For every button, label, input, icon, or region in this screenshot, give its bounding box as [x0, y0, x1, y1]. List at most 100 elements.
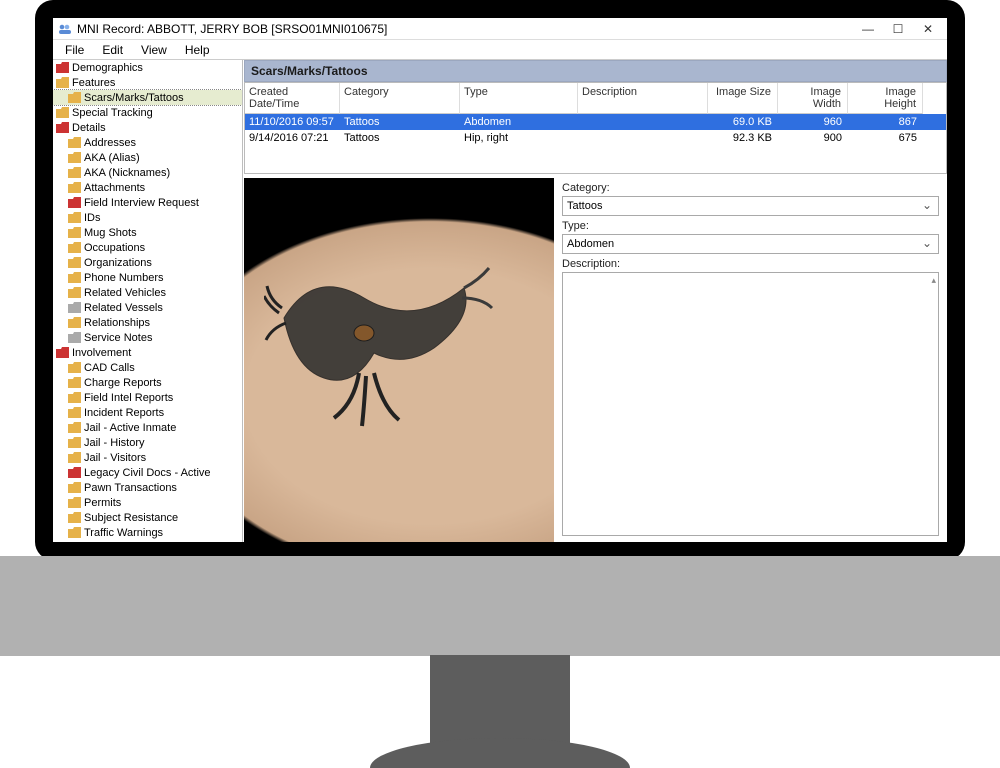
sidebar-item-special-tracking[interactable]: Special Tracking — [53, 105, 242, 120]
sidebar-item-subject-resistance[interactable]: Subject Resistance — [53, 510, 242, 525]
folder-icon — [55, 346, 69, 360]
sidebar-item-label: Field Interview Request — [84, 197, 199, 209]
col-size[interactable]: Image Size — [708, 83, 778, 114]
description-label: Description: — [562, 258, 939, 270]
type-label: Type: — [562, 220, 939, 232]
folder-icon — [67, 481, 81, 495]
folder-icon — [67, 451, 81, 465]
folder-icon — [67, 301, 81, 315]
cell-width: 900 — [778, 130, 848, 146]
sidebar-item-charge-reports[interactable]: Charge Reports — [53, 375, 242, 390]
sidebar-item-label: Permits — [84, 497, 121, 509]
menu-view[interactable]: View — [133, 41, 175, 59]
col-type[interactable]: Type — [460, 83, 578, 114]
sidebar-item-occupations[interactable]: Occupations — [53, 240, 242, 255]
sidebar-item-pawn-transactions[interactable]: Pawn Transactions — [53, 480, 242, 495]
sidebar-item-label: Phone Numbers — [84, 272, 164, 284]
people-icon — [57, 21, 73, 37]
records-grid[interactable]: Created Date/Time Category Type Descript… — [244, 82, 947, 174]
folder-icon — [67, 316, 81, 330]
folder-icon — [55, 61, 69, 75]
sidebar-item-jail-active-inmate[interactable]: Jail - Active Inmate — [53, 420, 242, 435]
folder-icon — [67, 526, 81, 540]
grid-header: Created Date/Time Category Type Descript… — [245, 83, 946, 114]
sidebar-item-legacy-civil-docs-active[interactable]: Legacy Civil Docs - Active — [53, 465, 242, 480]
sidebar-item-label: Subject Resistance — [84, 512, 178, 524]
sidebar-item-phone-numbers[interactable]: Phone Numbers — [53, 270, 242, 285]
sidebar-item-permits[interactable]: Permits — [53, 495, 242, 510]
folder-icon — [67, 181, 81, 195]
sidebar-item-label: Jail - Visitors — [84, 452, 146, 464]
col-created[interactable]: Created Date/Time — [245, 83, 340, 114]
folder-icon — [67, 391, 81, 405]
sidebar-tree[interactable]: DemographicsFeaturesScars/Marks/TattoosS… — [53, 60, 243, 542]
image-preview[interactable] — [244, 178, 554, 542]
folder-icon — [67, 256, 81, 270]
sidebar-item-mug-shots[interactable]: Mug Shots — [53, 225, 242, 240]
sidebar-item-jail-history[interactable]: Jail - History — [53, 435, 242, 450]
sidebar-item-field-intel-reports[interactable]: Field Intel Reports — [53, 390, 242, 405]
category-label: Category: — [562, 182, 939, 194]
description-textarea[interactable]: ▴ — [562, 272, 939, 536]
folder-icon — [67, 136, 81, 150]
sidebar-item-label: Organizations — [84, 257, 152, 269]
sidebar-item-label: Field Intel Reports — [84, 392, 173, 404]
sidebar-item-cad-calls[interactable]: CAD Calls — [53, 360, 242, 375]
folder-icon — [67, 286, 81, 300]
col-category[interactable]: Category — [340, 83, 460, 114]
cell-height: 867 — [848, 114, 923, 130]
minimize-button[interactable]: — — [853, 19, 883, 39]
sidebar-item-service-notes[interactable]: Service Notes — [53, 330, 242, 345]
sidebar-item-aka-nicknames-[interactable]: AKA (Nicknames) — [53, 165, 242, 180]
col-height[interactable]: Image Height — [848, 83, 923, 114]
sidebar-item-traffic-warnings[interactable]: Traffic Warnings — [53, 525, 242, 540]
sidebar-item-incident-reports[interactable]: Incident Reports — [53, 405, 242, 420]
folder-icon — [67, 376, 81, 390]
folder-icon — [67, 241, 81, 255]
type-combo[interactable]: Abdomen — [562, 234, 939, 254]
cell-category: Tattoos — [340, 114, 460, 130]
sidebar-item-attachments[interactable]: Attachments — [53, 180, 242, 195]
folder-icon — [55, 106, 69, 120]
sidebar-item-aka-alias-[interactable]: AKA (Alias) — [53, 150, 242, 165]
sidebar-item-label: AKA (Nicknames) — [84, 167, 170, 179]
col-description[interactable]: Description — [578, 83, 708, 114]
col-width[interactable]: Image Width — [778, 83, 848, 114]
menu-help[interactable]: Help — [177, 41, 218, 59]
cell-created: 11/10/2016 09:57 — [245, 114, 340, 130]
maximize-button[interactable]: ☐ — [883, 19, 913, 39]
scroll-up-icon[interactable]: ▴ — [931, 275, 936, 286]
cell-type: Abdomen — [460, 114, 578, 130]
cell-description — [578, 130, 708, 146]
category-combo[interactable]: Tattoos — [562, 196, 939, 216]
sidebar-item-features[interactable]: Features — [53, 75, 242, 90]
folder-icon — [67, 436, 81, 450]
sidebar-item-demographics[interactable]: Demographics — [53, 60, 242, 75]
folder-icon — [67, 466, 81, 480]
category-value: Tattoos — [567, 200, 602, 212]
folder-icon — [67, 196, 81, 210]
sidebar-item-related-vehicles[interactable]: Related Vehicles — [53, 285, 242, 300]
folder-icon — [67, 211, 81, 225]
sidebar-item-label: Jail - History — [84, 437, 145, 449]
sidebar-item-addresses[interactable]: Addresses — [53, 135, 242, 150]
sidebar-item-relationships[interactable]: Relationships — [53, 315, 242, 330]
sidebar-item-label: Pawn Transactions — [84, 482, 177, 494]
cell-size: 92.3 KB — [708, 130, 778, 146]
sidebar-item-details[interactable]: Details — [53, 120, 242, 135]
sidebar-item-label: Attachments — [84, 182, 145, 194]
menu-file[interactable]: File — [57, 41, 92, 59]
close-button[interactable]: ✕ — [913, 19, 943, 39]
table-row[interactable]: 9/14/2016 07:21TattoosHip, right92.3 KB9… — [245, 130, 946, 146]
sidebar-item-scars-marks-tattoos[interactable]: Scars/Marks/Tattoos — [53, 90, 242, 105]
sidebar-item-organizations[interactable]: Organizations — [53, 255, 242, 270]
sidebar-item-field-interview-request[interactable]: Field Interview Request — [53, 195, 242, 210]
sidebar-item-related-vessels[interactable]: Related Vessels — [53, 300, 242, 315]
table-row[interactable]: 11/10/2016 09:57TattoosAbdomen69.0 KB960… — [245, 114, 946, 130]
sidebar-item-involvement[interactable]: Involvement — [53, 345, 242, 360]
sidebar-item-ids[interactable]: IDs — [53, 210, 242, 225]
tattoo-image — [264, 258, 494, 428]
menu-edit[interactable]: Edit — [94, 41, 131, 59]
sidebar-item-jail-visitors[interactable]: Jail - Visitors — [53, 450, 242, 465]
sidebar-item-label: Relationships — [84, 317, 150, 329]
